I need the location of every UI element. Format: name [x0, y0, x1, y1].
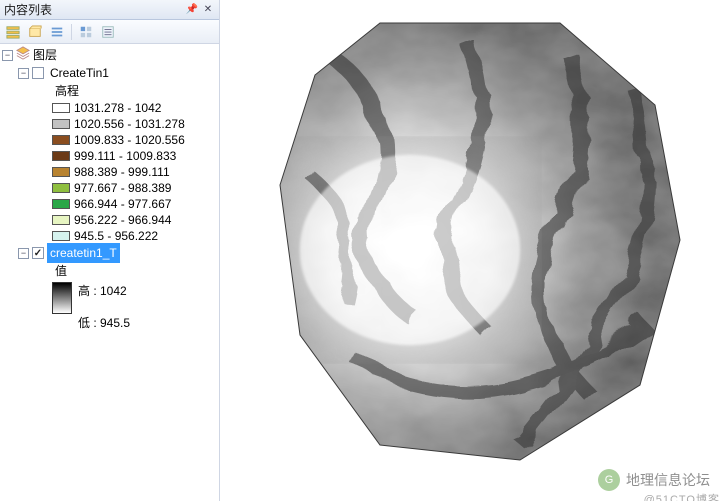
layer-label: createtin1_T: [47, 243, 120, 263]
legend-high: 高 : 1042: [78, 282, 130, 300]
legend-swatch: [52, 215, 70, 225]
root-label: 图层: [30, 45, 60, 65]
layer-createtin1[interactable]: − CreateTin1: [0, 64, 219, 82]
layer-tree[interactable]: − 图层 − CreateTin1 高程 1031.278 - 10421020…: [0, 44, 219, 501]
map-view[interactable]: G 地理信息论坛 @51CTO博客: [220, 0, 720, 501]
panel-toolbar: [0, 20, 219, 44]
panel-title: 内容列表: [4, 1, 52, 18]
toolbar-separator: [71, 24, 72, 40]
list-by-selection-button[interactable]: [76, 22, 96, 42]
legend-swatch: [52, 199, 70, 209]
legend-class-row: 977.667 - 988.389: [0, 180, 219, 196]
legend-class-row: 988.389 - 999.111: [0, 164, 219, 180]
legend-class-row: 945.5 - 956.222: [0, 228, 219, 244]
legend-low: 低 : 945.5: [78, 314, 130, 332]
legend-swatch: [52, 167, 70, 177]
legend-swatch: [52, 119, 70, 129]
terrain-raster: [260, 15, 690, 465]
legend-swatch: [52, 103, 70, 113]
layer-label: CreateTin1: [47, 63, 112, 83]
legend-class-row: 956.222 - 966.944: [0, 212, 219, 228]
collapse-icon[interactable]: −: [18, 68, 29, 79]
table-of-contents-panel: 内容列表 📌 ✕ − 图层: [0, 0, 220, 501]
legend-swatch: [52, 231, 70, 241]
watermark: G 地理信息论坛: [598, 469, 710, 491]
legend-class-row: 1020.556 - 1031.278: [0, 116, 219, 132]
close-icon[interactable]: ✕: [201, 3, 215, 17]
layer-createtin1-t[interactable]: − createtin1_T: [0, 244, 219, 262]
legend-class-row: 966.944 - 977.667: [0, 196, 219, 212]
panel-controls: 📌 ✕: [185, 3, 215, 17]
legend-class-row: 1009.833 - 1020.556: [0, 132, 219, 148]
list-by-source-button[interactable]: [25, 22, 45, 42]
legend-heading: 高程: [0, 82, 219, 100]
legend-swatch: [52, 135, 70, 145]
layers-icon: [16, 46, 30, 65]
layer-visibility-checkbox[interactable]: [32, 67, 44, 79]
legend-class-row: 1031.278 - 1042: [0, 100, 219, 116]
watermark-logo-icon: G: [598, 469, 620, 491]
list-by-visibility-button[interactable]: [47, 22, 67, 42]
gradient-swatch: [52, 282, 72, 314]
panel-header[interactable]: 内容列表 📌 ✕: [0, 0, 219, 20]
list-by-drawing-order-button[interactable]: [3, 22, 23, 42]
watermark-sub: @51CTO博客: [644, 491, 720, 501]
stretch-legend: 高 : 1042 低 : 945.5: [0, 280, 219, 332]
options-button[interactable]: [98, 22, 118, 42]
legend-class-row: 999.111 - 1009.833: [0, 148, 219, 164]
collapse-icon[interactable]: −: [18, 248, 29, 259]
tree-root[interactable]: − 图层: [0, 46, 219, 64]
legend-swatch: [52, 151, 70, 161]
legend-heading: 值: [0, 262, 219, 280]
legend-swatch: [52, 183, 70, 193]
pin-icon[interactable]: 📌: [185, 3, 199, 17]
collapse-icon[interactable]: −: [2, 50, 13, 61]
watermark-text: 地理信息论坛: [626, 470, 710, 490]
layer-visibility-checkbox[interactable]: [32, 247, 44, 259]
